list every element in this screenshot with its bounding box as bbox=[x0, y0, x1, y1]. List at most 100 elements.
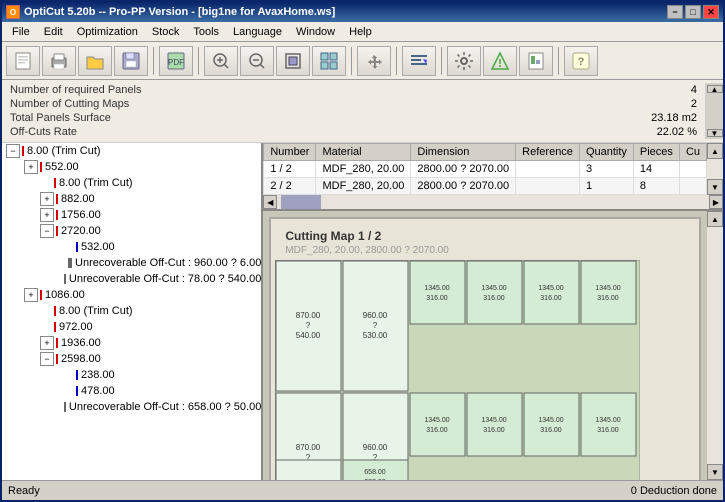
expand-btn-4[interactable]: + bbox=[40, 208, 54, 222]
stats-scroll-up[interactable]: ▲ bbox=[707, 85, 723, 93]
off-cuts-label: Off-Cuts Rate bbox=[10, 126, 77, 138]
print-button[interactable] bbox=[42, 46, 76, 76]
save-button[interactable] bbox=[114, 46, 148, 76]
menu-file[interactable]: File bbox=[6, 24, 36, 40]
tree-item-15[interactable]: 478.00 bbox=[2, 383, 261, 399]
tree-item-7[interactable]: Unrecoverable Off-Cut : 960.00 ? 6.00 bbox=[2, 255, 261, 271]
table-cell-0-0: 1 / 2 bbox=[264, 161, 316, 178]
col-dimension: Dimension bbox=[411, 144, 516, 161]
tree-item-1[interactable]: + 552.00 bbox=[2, 159, 261, 175]
toolbar-sep-5 bbox=[441, 47, 442, 75]
expand-btn-0[interactable]: − bbox=[6, 144, 20, 158]
optimize-button[interactable] bbox=[483, 46, 517, 76]
table-scroll-down[interactable]: ▼ bbox=[707, 179, 723, 195]
table-cell-1-5: 8 bbox=[633, 178, 679, 195]
expand-btn-13[interactable]: − bbox=[40, 352, 54, 366]
tree-item-13[interactable]: − 2598.00 bbox=[2, 351, 261, 367]
stats-section: Number of required Panels 4 Number of Cu… bbox=[2, 80, 723, 143]
table-cell-1-1: MDF_280, 20.00 bbox=[316, 178, 411, 195]
svg-text:870.00: 870.00 bbox=[296, 443, 321, 452]
svg-text:316.00: 316.00 bbox=[484, 427, 506, 434]
cutting-map-area: Cutting Map 1 / 2 MDF_280, 20.00, 2800.0… bbox=[263, 211, 723, 480]
off-cuts-value: 22.02 % bbox=[637, 126, 697, 138]
tree-item-2[interactable]: 8.00 (Trim Cut) bbox=[2, 175, 261, 191]
toolbar: PDF ? bbox=[2, 42, 723, 80]
report-button[interactable] bbox=[519, 46, 553, 76]
map-scroll-down[interactable]: ▼ bbox=[707, 464, 723, 480]
table-row[interactable]: 1 / 2MDF_280, 20.002800.00 ? 2070.00314 bbox=[264, 161, 707, 178]
stats-scroll-down[interactable]: ▼ bbox=[707, 129, 723, 137]
col-pieces: Pieces bbox=[633, 144, 679, 161]
tree-item-14[interactable]: 238.00 bbox=[2, 367, 261, 383]
tree-item-0[interactable]: − 8.00 (Trim Cut) bbox=[2, 143, 261, 159]
svg-text:540.00: 540.00 bbox=[296, 331, 321, 340]
pan-button[interactable] bbox=[357, 46, 391, 76]
table-panel: Number Material Dimension Reference Quan… bbox=[263, 143, 723, 211]
tree-item-12[interactable]: + 1936.00 bbox=[2, 335, 261, 351]
expand-btn-9[interactable]: + bbox=[24, 288, 38, 302]
export-button[interactable]: PDF bbox=[159, 46, 193, 76]
open-button[interactable] bbox=[78, 46, 112, 76]
tree-label-4: 1756.00 bbox=[61, 209, 101, 221]
menu-tools[interactable]: Tools bbox=[187, 24, 225, 40]
table-cell-1-6 bbox=[679, 178, 706, 195]
tree-item-9[interactable]: + 1086.00 bbox=[2, 287, 261, 303]
tree-item-6[interactable]: 532.00 bbox=[2, 239, 261, 255]
edit-button[interactable] bbox=[402, 46, 436, 76]
svg-text:316.00: 316.00 bbox=[598, 295, 620, 302]
col-material: Material bbox=[316, 144, 411, 161]
table-cell-1-3 bbox=[516, 178, 580, 195]
new-button[interactable] bbox=[6, 46, 40, 76]
close-button[interactable]: ✕ bbox=[703, 5, 719, 19]
table-scroll-left[interactable]: ◀ bbox=[263, 195, 277, 209]
expand-btn-1[interactable]: + bbox=[24, 160, 38, 174]
toolbar-sep-2 bbox=[198, 47, 199, 75]
svg-text:658.00: 658.00 bbox=[365, 469, 387, 476]
table-vscroll: ▲ ▼ bbox=[707, 143, 723, 195]
map-scroll-up[interactable]: ▲ bbox=[707, 211, 723, 227]
tree-item-4[interactable]: + 1756.00 bbox=[2, 207, 261, 223]
tree-item-5[interactable]: − 2720.00 bbox=[2, 223, 261, 239]
toolbar-sep-1 bbox=[153, 47, 154, 75]
minimize-button[interactable]: − bbox=[667, 5, 683, 19]
title-bar: O OptiCut 5.20b -- Pro-PP Version - [big… bbox=[2, 2, 723, 22]
expand-btn-5[interactable]: − bbox=[40, 224, 54, 238]
menu-language[interactable]: Language bbox=[227, 24, 288, 40]
tree-item-11[interactable]: 972.00 bbox=[2, 319, 261, 335]
view-button[interactable] bbox=[312, 46, 346, 76]
table-scroll-up[interactable]: ▲ bbox=[707, 143, 723, 159]
menu-optimization[interactable]: Optimization bbox=[71, 24, 144, 40]
stat-total-surface: Total Panels Surface 23.18 m2 bbox=[10, 111, 697, 125]
svg-text:316.00: 316.00 bbox=[541, 295, 563, 302]
table-scroll-htrack bbox=[277, 195, 709, 209]
menu-edit[interactable]: Edit bbox=[38, 24, 69, 40]
svg-text:1345.00: 1345.00 bbox=[425, 417, 450, 424]
tree-item-16[interactable]: Unrecoverable Off-Cut : 658.00 ? 50.00 bbox=[2, 399, 261, 415]
help-button[interactable]: ? bbox=[564, 46, 598, 76]
table-row[interactable]: 2 / 2MDF_280, 20.002800.00 ? 2070.0018 bbox=[264, 178, 707, 195]
svg-text:1345.00: 1345.00 bbox=[539, 285, 564, 292]
svg-text:1345.00: 1345.00 bbox=[425, 285, 450, 292]
app-window: O OptiCut 5.20b -- Pro-PP Version - [big… bbox=[0, 0, 725, 502]
menu-bar: File Edit Optimization Stock Tools Langu… bbox=[2, 22, 723, 42]
col-cu: Cu bbox=[679, 144, 706, 161]
tree-item-3[interactable]: + 882.00 bbox=[2, 191, 261, 207]
maximize-button[interactable]: □ bbox=[685, 5, 701, 19]
tree-label-2: 8.00 (Trim Cut) bbox=[59, 177, 133, 189]
toolbar-sep-6 bbox=[558, 47, 559, 75]
tree-item-8[interactable]: Unrecoverable Off-Cut : 78.00 ? 540.00 bbox=[2, 271, 261, 287]
tree-item-10[interactable]: 8.00 (Trim Cut) bbox=[2, 303, 261, 319]
zoom-out-button[interactable] bbox=[240, 46, 274, 76]
stats-left: Number of required Panels 4 Number of Cu… bbox=[2, 83, 705, 139]
svg-text:960.00: 960.00 bbox=[363, 311, 388, 320]
menu-help[interactable]: Help bbox=[343, 24, 378, 40]
required-panels-label: Number of required Panels bbox=[10, 84, 141, 96]
menu-stock[interactable]: Stock bbox=[146, 24, 186, 40]
expand-btn-12[interactable]: + bbox=[40, 336, 54, 350]
settings-button[interactable] bbox=[447, 46, 481, 76]
zoom-in-button[interactable] bbox=[204, 46, 238, 76]
expand-btn-3[interactable]: + bbox=[40, 192, 54, 206]
fit-button[interactable] bbox=[276, 46, 310, 76]
menu-window[interactable]: Window bbox=[290, 24, 341, 40]
table-scroll-right[interactable]: ▶ bbox=[709, 195, 723, 209]
